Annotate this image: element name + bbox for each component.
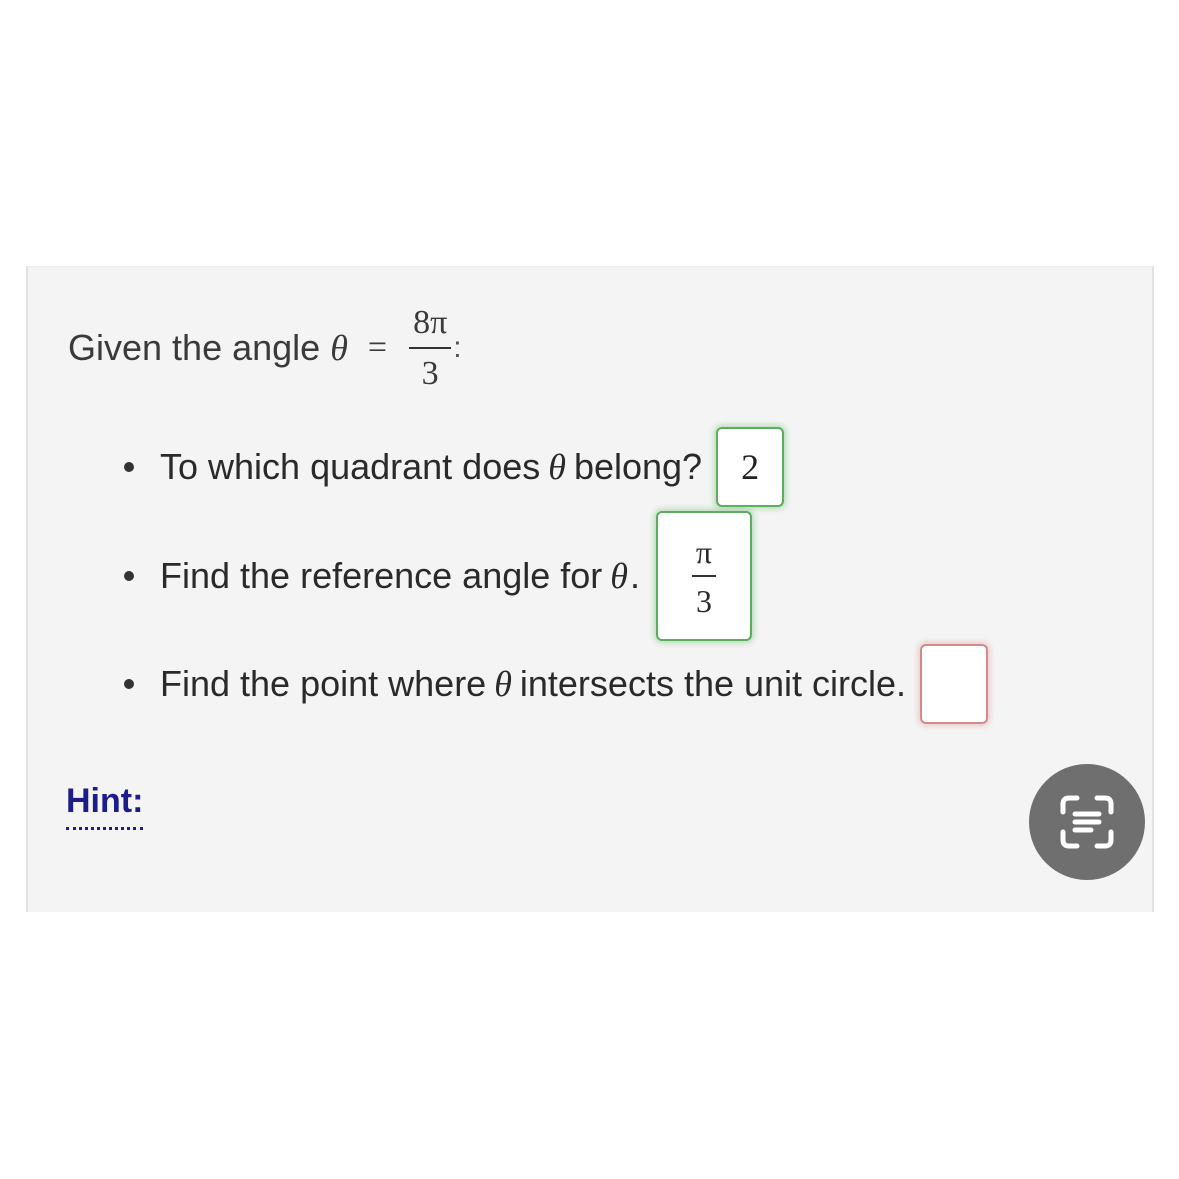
text-scan-icon bbox=[1060, 795, 1114, 849]
answer-numerator: π bbox=[695, 533, 713, 570]
answer-input-reference-angle[interactable]: π 3 bbox=[655, 511, 752, 641]
question-text: . bbox=[629, 555, 640, 596]
question-panel: Given the angle θ = 8π 3 : To which quad… bbox=[26, 266, 1154, 912]
bullet-icon bbox=[124, 462, 134, 472]
prompt-lead-text: Given the angle bbox=[68, 327, 321, 368]
question-item-reference-angle: Find the reference angle for θ . π 3 bbox=[124, 510, 752, 642]
fraction-bar bbox=[691, 574, 717, 577]
angle-numerator: 8π bbox=[413, 303, 448, 341]
theta-symbol: θ bbox=[330, 328, 348, 368]
fraction-bar bbox=[409, 346, 452, 349]
hint-link[interactable]: Hint: bbox=[66, 782, 144, 830]
answer-denominator: 3 bbox=[695, 582, 712, 619]
theta-symbol: θ bbox=[548, 447, 566, 487]
equals-sign: = bbox=[367, 329, 388, 366]
theta-symbol: θ bbox=[610, 556, 628, 596]
prompt-colon: : bbox=[453, 331, 462, 364]
bullet-icon bbox=[124, 679, 134, 689]
question-text: Find the reference angle for bbox=[160, 555, 603, 596]
angle-denominator: 3 bbox=[421, 354, 439, 392]
text-scan-button[interactable] bbox=[1029, 764, 1145, 880]
bullet-icon bbox=[124, 571, 134, 581]
question-text: belong? bbox=[573, 446, 703, 487]
question-text: To which quadrant does bbox=[160, 446, 541, 487]
question-item-quadrant: To which quadrant does θ belong? 2 bbox=[124, 425, 785, 509]
theta-symbol: θ bbox=[494, 664, 512, 704]
answer-fraction: π 3 bbox=[691, 533, 717, 619]
angle-fraction: 8π 3 bbox=[409, 303, 452, 392]
answer-value: 2 bbox=[741, 447, 760, 487]
question-text: Find the point where bbox=[160, 663, 487, 704]
answer-input-quadrant[interactable]: 2 bbox=[716, 427, 785, 507]
question-item-unit-circle: Find the point where θ intersects the un… bbox=[124, 643, 989, 725]
answer-input-unit-circle[interactable] bbox=[920, 644, 989, 724]
question-text: intersects the unit circle. bbox=[519, 663, 907, 704]
question-prompt: Given the angle θ = 8π 3 : bbox=[68, 303, 462, 393]
